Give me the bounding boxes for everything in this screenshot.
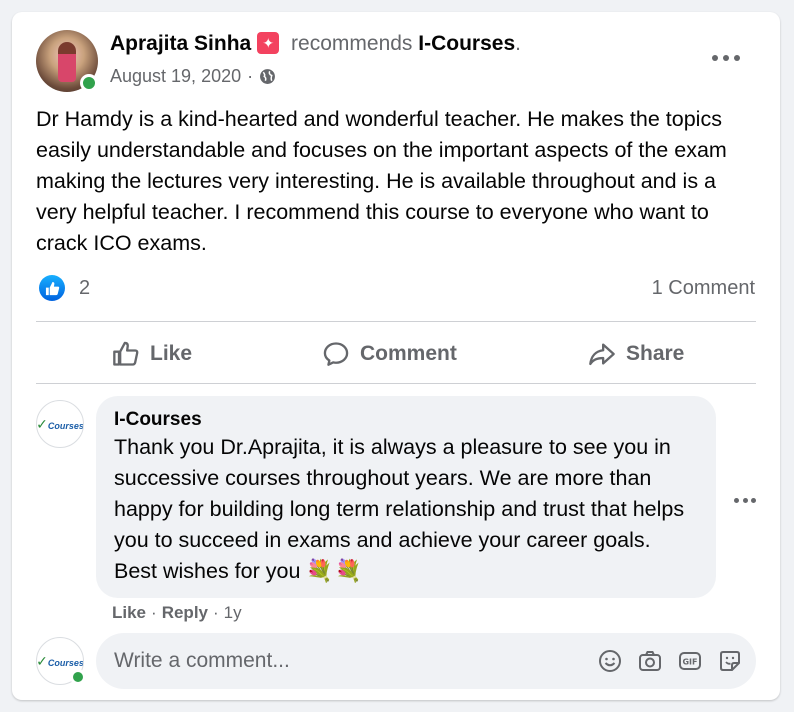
- like-reaction-icon[interactable]: [39, 275, 65, 301]
- post-card: Aprajita Sinha ✦ recommends I-Courses. Au…: [12, 12, 780, 700]
- comment-like-link[interactable]: Like: [112, 603, 146, 623]
- camera-icon[interactable]: [638, 649, 662, 673]
- comment-count[interactable]: 1 Comment: [652, 277, 755, 300]
- bouquet-emoji: 💐💐: [306, 559, 364, 583]
- recommends-text: recommends: [291, 32, 413, 55]
- sticker-icon[interactable]: [718, 649, 742, 673]
- comment-label: Comment: [360, 342, 457, 365]
- commenter-avatar[interactable]: ✓Courses: [36, 400, 84, 448]
- post-header-line: Aprajita Sinha ✦ recommends I-Courses.: [110, 32, 521, 56]
- header-period: .: [515, 32, 521, 55]
- composer-online-dot: [70, 669, 86, 685]
- thumbs-up-icon: [45, 281, 59, 295]
- online-status-dot: [80, 74, 98, 92]
- like-button[interactable]: Like: [112, 334, 192, 374]
- comment-options-icon[interactable]: [734, 496, 756, 504]
- reaction-count[interactable]: 2: [79, 277, 90, 300]
- post-options-icon[interactable]: [712, 48, 740, 68]
- comment-time[interactable]: 1y: [224, 603, 242, 623]
- post-text: Dr Hamdy is a kind-hearted and wonderful…: [36, 107, 727, 255]
- comment-reply-link[interactable]: Reply: [162, 603, 208, 623]
- like-icon: [113, 341, 139, 366]
- divider-top: [36, 321, 756, 322]
- comment-time-dot: ·: [213, 603, 219, 622]
- emoji-icon[interactable]: [598, 649, 622, 673]
- avatar-figure: [58, 42, 76, 82]
- comment-placeholder[interactable]: Write a comment...: [114, 649, 598, 673]
- post-date[interactable]: August 19, 2020: [110, 66, 241, 87]
- page-name-link[interactable]: I-Courses: [418, 32, 515, 55]
- meta-separator: ·: [247, 66, 254, 86]
- comment-actions: Like · Reply · 1y: [112, 603, 242, 623]
- i-courses-logo: ✓Courses: [36, 415, 84, 432]
- share-button[interactable]: Share: [588, 334, 684, 374]
- comment-icon: [323, 342, 349, 366]
- author-name[interactable]: Aprajita Sinha: [110, 32, 251, 55]
- star-badge-icon: ✦: [257, 32, 280, 54]
- gif-icon[interactable]: GIF: [678, 649, 702, 673]
- like-label: Like: [150, 342, 193, 365]
- share-label: Share: [626, 342, 685, 365]
- comment-text: Thank you Dr.Aprajita, it is always a pl…: [114, 435, 685, 583]
- commenter-name[interactable]: I-Courses: [114, 408, 698, 432]
- comment-bubble: I-Courses Thank you Dr.Aprajita, it is a…: [96, 396, 716, 598]
- post-meta: August 19, 2020 ·: [110, 66, 276, 87]
- share-icon: [589, 343, 615, 366]
- comment-input[interactable]: Write a comment... GIF: [96, 633, 756, 689]
- svg-text:GIF: GIF: [682, 658, 697, 667]
- globe-icon[interactable]: [259, 68, 276, 85]
- divider-bottom: [36, 383, 756, 384]
- composer-logo: ✓Courses: [36, 652, 84, 669]
- comment-action-dot: ·: [151, 603, 157, 622]
- composer-icons: GIF: [598, 649, 742, 673]
- comment-button[interactable]: Comment: [322, 334, 457, 374]
